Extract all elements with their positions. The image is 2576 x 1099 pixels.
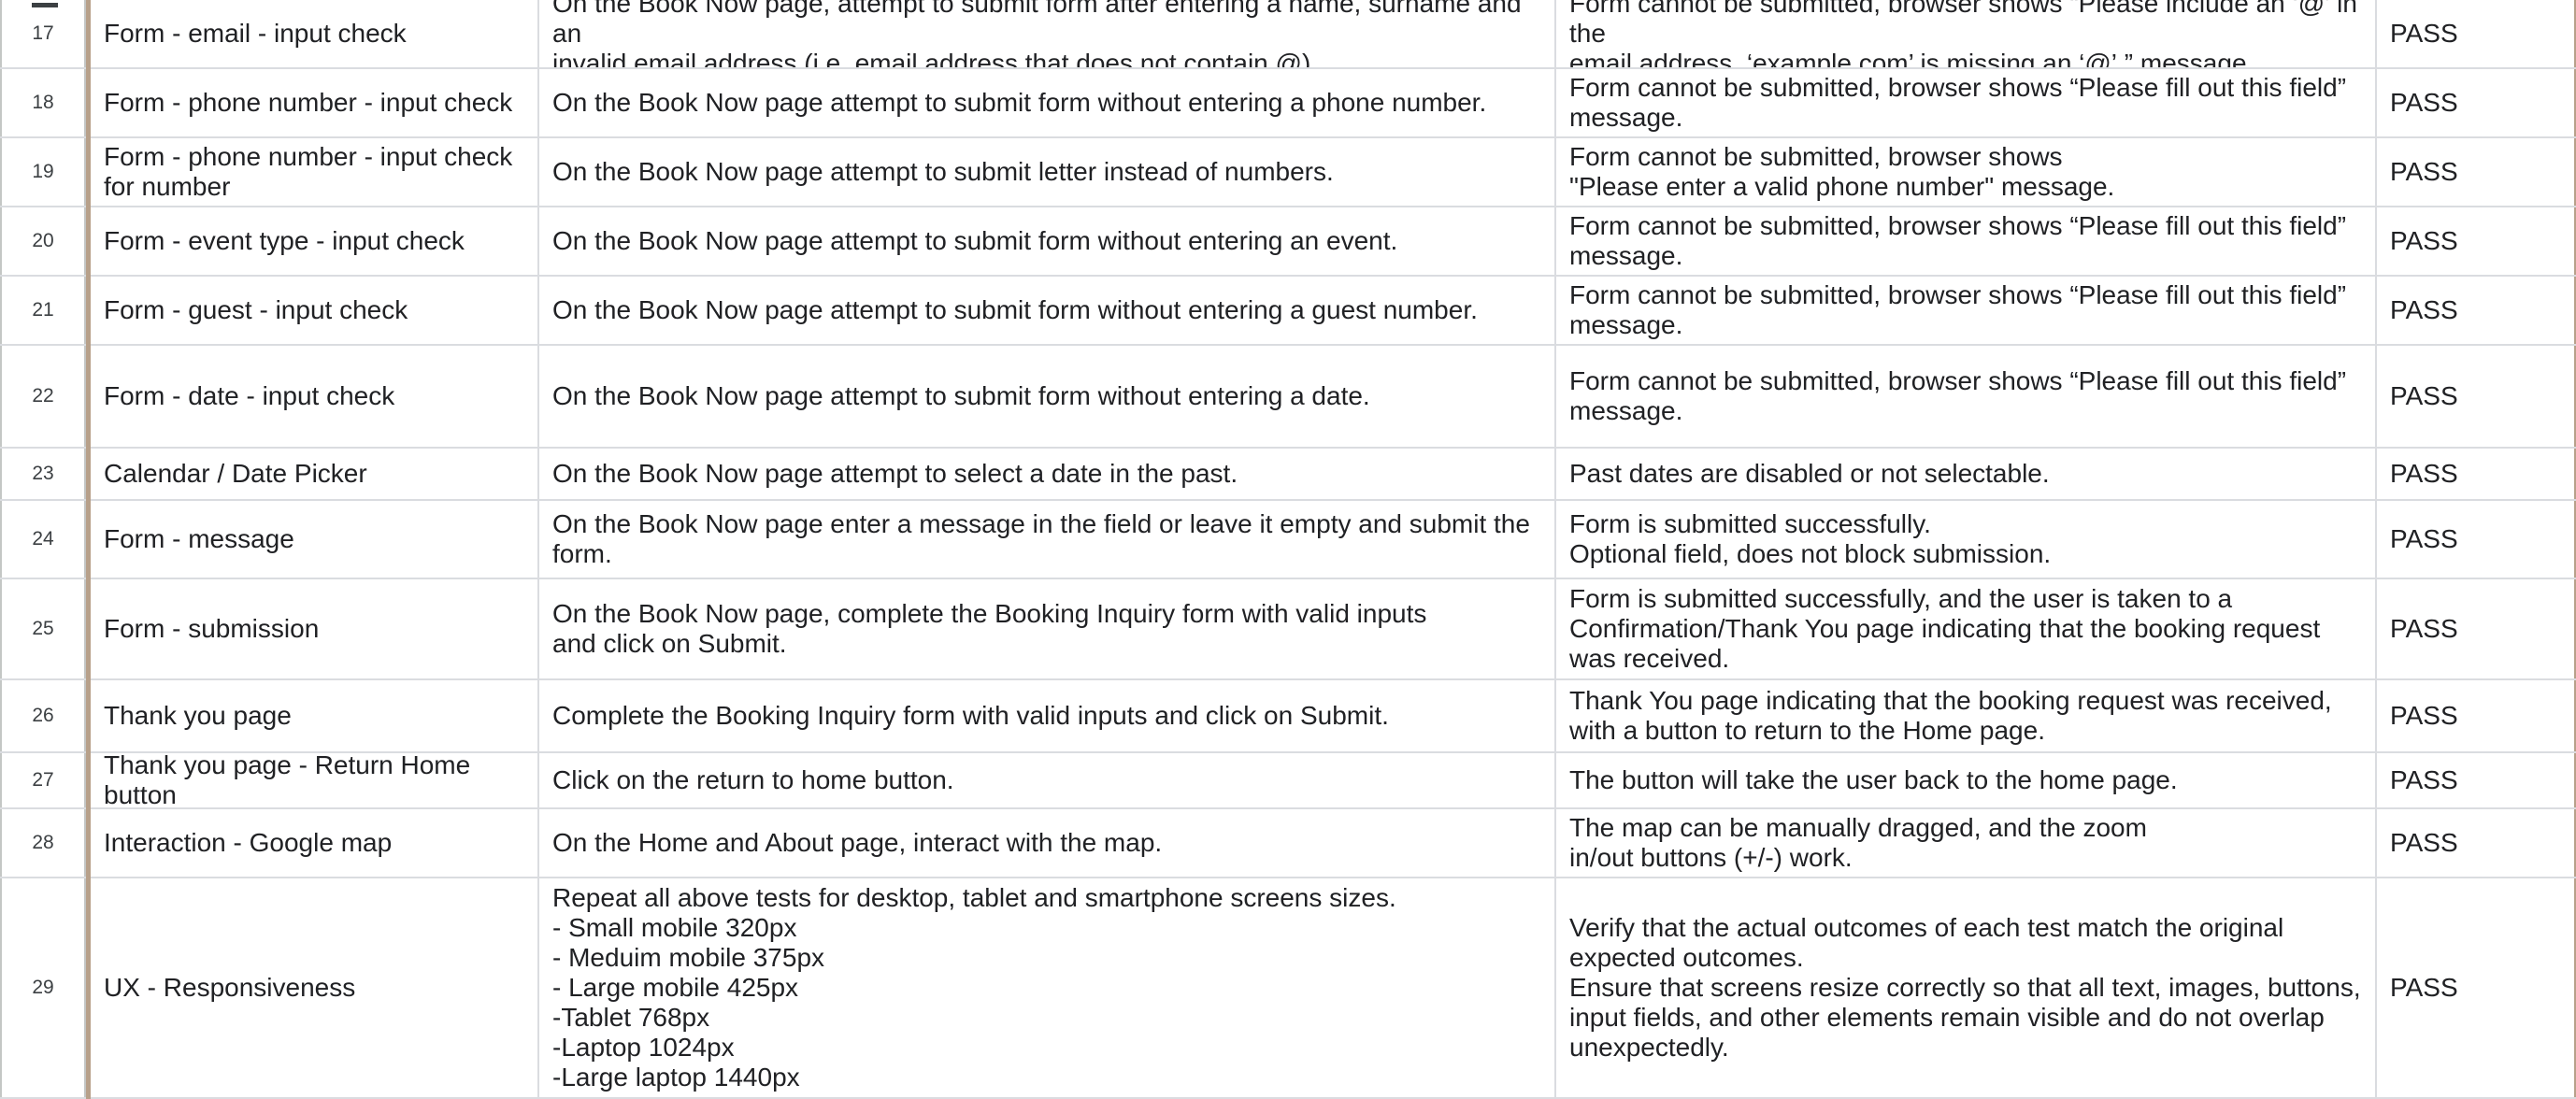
table-row: 25 Form - submission On the Book Now page,… <box>0 579 2576 680</box>
cell-feature[interactable]: Form - email - input check <box>91 0 539 67</box>
row-number-header[interactable]: 27 <box>0 753 86 807</box>
cell-result[interactable]: PASS <box>2377 138 2576 206</box>
cell-test-procedure[interactable]: On the Book Now page attempt to submit f… <box>539 207 1556 275</box>
cell-test-procedure[interactable]: Click on the return to home button. <box>539 753 1556 807</box>
cell-test-procedure[interactable]: On the Book Now page, attempt to submit … <box>539 0 1556 67</box>
cell-result[interactable]: PASS <box>2377 277 2576 344</box>
frozen-column-divider[interactable] <box>86 0 91 1099</box>
cell-expected-outcome[interactable]: Verify that the actual outcomes of each … <box>1556 878 2377 1097</box>
row-number-header[interactable]: 20 <box>0 207 86 275</box>
cell-result[interactable]: PASS <box>2377 69 2576 136</box>
cell-test-procedure[interactable]: On the Book Now page attempt to submit f… <box>539 346 1556 447</box>
cell-result[interactable]: PASS <box>2377 878 2576 1097</box>
cell-test-procedure[interactable]: On the Home and About page, interact wit… <box>539 809 1556 877</box>
cell-test-procedure[interactable]: On the Book Now page attempt to select a… <box>539 449 1556 499</box>
row-number-header[interactable]: 17 <box>0 0 86 67</box>
cell-feature[interactable]: Form - phone number - input check <box>91 69 539 136</box>
cell-test-procedure[interactable]: Repeat all above tests for desktop, tabl… <box>539 878 1556 1097</box>
table-row: 19 Form - phone number - input check for … <box>0 138 2576 207</box>
cell-feature[interactable]: Form - guest - input check <box>91 277 539 344</box>
cell-test-procedure[interactable]: On the Book Now page enter a message in … <box>539 501 1556 578</box>
cell-result[interactable]: PASS <box>2377 753 2576 807</box>
row-number-header[interactable]: 25 <box>0 579 86 678</box>
table-row: 29 UX - Responsiveness Repeat all above te… <box>0 878 2576 1099</box>
row-number-header[interactable]: 22 <box>0 346 86 447</box>
row-header-marker <box>32 3 58 7</box>
table-row: 28 Interaction - Google map On the Home an… <box>0 809 2576 878</box>
cell-feature[interactable]: Calendar / Date Picker <box>91 449 539 499</box>
row-number-header[interactable]: 19 <box>0 138 86 206</box>
cell-feature[interactable]: Form - message <box>91 501 539 578</box>
cell-feature[interactable]: Form - date - input check <box>91 346 539 447</box>
cell-expected-outcome[interactable]: Thank You page indicating that the booki… <box>1556 680 2377 751</box>
cell-expected-outcome[interactable]: Form cannot be submitted, browser shows … <box>1556 277 2377 344</box>
cell-result[interactable]: PASS <box>2377 207 2576 275</box>
cell-expected-outcome[interactable]: Form cannot be submitted, browser shows … <box>1556 138 2377 206</box>
table-row: 20 Form - event type - input check On the … <box>0 207 2576 277</box>
cell-result[interactable]: PASS <box>2377 809 2576 877</box>
cell-expected-outcome[interactable]: Form cannot be submitted, browser shows … <box>1556 207 2377 275</box>
row-number-header[interactable]: 28 <box>0 809 86 877</box>
cell-test-procedure[interactable]: On the Book Now page, complete the Booki… <box>539 579 1556 678</box>
cell-test-procedure[interactable]: On the Book Now page attempt to submit f… <box>539 69 1556 136</box>
table-row: 18 Form - phone number - input check On th… <box>0 69 2576 138</box>
table-row: 26 Thank you page Complete the Booking Inq… <box>0 680 2576 753</box>
row-number-header[interactable]: 24 <box>0 501 86 578</box>
table-row: 17 Form - email - input check On the Book … <box>0 0 2576 69</box>
cell-feature[interactable]: Form - event type - input check <box>91 207 539 275</box>
row-number-header[interactable]: 23 <box>0 449 86 499</box>
cell-feature[interactable]: UX - Responsiveness <box>91 878 539 1097</box>
cell-result[interactable]: PASS <box>2377 449 2576 499</box>
cell-expected-outcome[interactable]: Form is submitted successfully, and the … <box>1556 579 2377 678</box>
cell-result[interactable]: PASS <box>2377 0 2576 67</box>
cell-test-procedure[interactable]: On the Book Now page attempt to submit l… <box>539 138 1556 206</box>
cell-feature[interactable]: Form - submission <box>91 579 539 678</box>
cell-feature[interactable]: Thank you page - Return Home button <box>91 753 539 807</box>
cell-expected-outcome[interactable]: The map can be manually dragged, and the… <box>1556 809 2377 877</box>
cell-feature[interactable]: Thank you page <box>91 680 539 751</box>
cell-result[interactable]: PASS <box>2377 579 2576 678</box>
table-row: 21 Form - guest - input check On the Book … <box>0 277 2576 346</box>
cell-test-procedure[interactable]: On the Book Now page attempt to submit f… <box>539 277 1556 344</box>
cell-test-procedure[interactable]: Complete the Booking Inquiry form with v… <box>539 680 1556 751</box>
table-row: 27 Thank you page - Return Home button Cli… <box>0 753 2576 809</box>
table-row: 23 Calendar / Date Picker On the Book Now … <box>0 449 2576 501</box>
cell-expected-outcome[interactable]: Past dates are disabled or not selectabl… <box>1556 449 2377 499</box>
cell-result[interactable]: PASS <box>2377 501 2576 578</box>
spreadsheet-grid: 17 Form - email - input check On the Book … <box>0 0 2576 1099</box>
cell-expected-outcome[interactable]: Form cannot be submitted, browser shows … <box>1556 346 2377 447</box>
cell-feature[interactable]: Form - phone number - input check for nu… <box>91 138 539 206</box>
row-number-header[interactable]: 29 <box>0 878 86 1097</box>
cell-expected-outcome[interactable]: Form cannot be submitted, browser shows … <box>1556 69 2377 136</box>
row-number-header[interactable]: 21 <box>0 277 86 344</box>
row-number-header[interactable]: 18 <box>0 69 86 136</box>
table-row: 24 Form - message On the Book Now page ent… <box>0 501 2576 579</box>
cell-expected-outcome[interactable]: Form is submitted successfully. Optional… <box>1556 501 2377 578</box>
cell-result[interactable]: PASS <box>2377 680 2576 751</box>
cell-expected-outcome[interactable]: The button will take the user back to th… <box>1556 753 2377 807</box>
cell-result[interactable]: PASS <box>2377 346 2576 447</box>
row-number-header[interactable]: 26 <box>0 680 86 751</box>
table-row: 22 Form - date - input check On the Book N… <box>0 346 2576 449</box>
cell-feature[interactable]: Interaction - Google map <box>91 809 539 877</box>
cell-expected-outcome[interactable]: Form cannot be submitted, browser shows … <box>1556 0 2377 67</box>
